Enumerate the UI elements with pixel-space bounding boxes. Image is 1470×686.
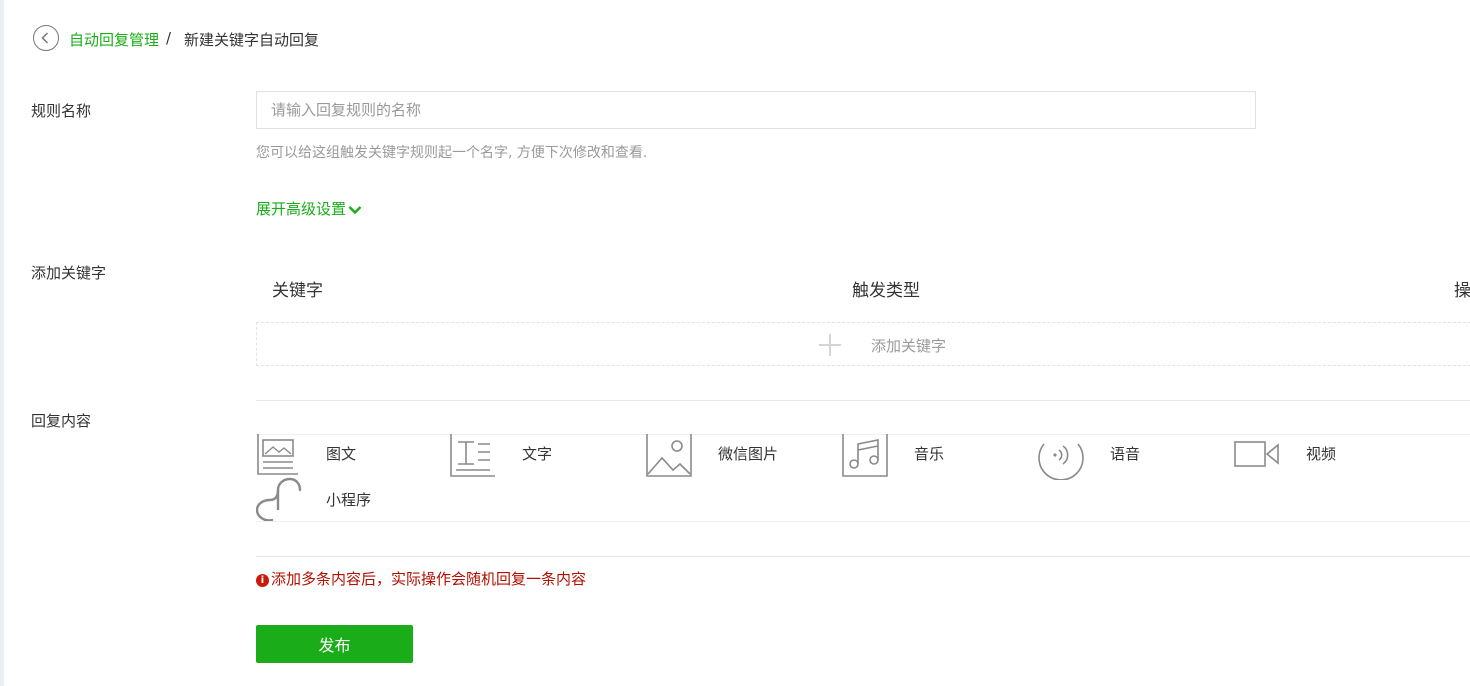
music-icon bbox=[842, 434, 888, 477]
multi-content-warning: i 添加多条内容后，实际操作会随机回复一条内容 bbox=[256, 568, 586, 589]
publish-button[interactable]: 发布 bbox=[256, 625, 413, 663]
column-header-keyword: 关键字 bbox=[272, 281, 323, 301]
reply-type-image-label: 微信图片 bbox=[718, 445, 779, 463]
breadcrumb-current: 新建关键字自动回复 bbox=[184, 31, 320, 49]
reply-type-image[interactable]: 微信图片 bbox=[646, 434, 816, 478]
reply-type-news[interactable]: 图文 bbox=[256, 434, 426, 478]
chevron-down-icon bbox=[348, 205, 362, 214]
column-header-trigger-type: 触发类型 bbox=[852, 281, 920, 301]
add-keyword-label-text: 添加关键字 bbox=[871, 337, 947, 355]
breadcrumb-separator: / bbox=[166, 29, 172, 47]
chevron-left-icon bbox=[41, 32, 49, 44]
back-button[interactable] bbox=[33, 25, 59, 51]
info-icon: i bbox=[256, 574, 269, 587]
expand-advanced-label: 展开高级设置 bbox=[256, 200, 347, 218]
voice-icon bbox=[1038, 443, 1084, 480]
column-header-actions: 操 bbox=[1454, 281, 1470, 301]
text-icon bbox=[450, 434, 495, 477]
divider bbox=[256, 400, 1470, 401]
reply-type-video[interactable]: 视频 bbox=[1234, 434, 1404, 478]
reply-box-bottom-border bbox=[256, 521, 1470, 522]
rule-name-label: 规则名称 bbox=[31, 102, 92, 120]
news-icon bbox=[257, 434, 298, 475]
reply-type-music-label: 音乐 bbox=[914, 445, 945, 463]
divider bbox=[256, 556, 1470, 557]
left-edge bbox=[0, 0, 4, 686]
reply-type-voice-label: 语音 bbox=[1110, 445, 1141, 463]
reply-type-text-label: 文字 bbox=[522, 445, 553, 463]
expand-advanced-link[interactable]: 展开高级设置 bbox=[256, 198, 362, 219]
reply-type-news-label: 图文 bbox=[326, 445, 357, 463]
reply-type-music[interactable]: 音乐 bbox=[842, 434, 1012, 478]
miniprogram-icon bbox=[256, 477, 302, 522]
reply-type-miniprogram-label: 小程序 bbox=[326, 491, 372, 509]
rule-name-hint: 您可以给这组触发关键字规则起一个名字, 方便下次修改和查看. bbox=[256, 145, 648, 161]
warning-text: 添加多条内容后，实际操作会随机回复一条内容 bbox=[271, 570, 587, 588]
plus-icon bbox=[819, 334, 841, 356]
reply-type-text[interactable]: 文字 bbox=[450, 434, 620, 478]
image-icon bbox=[646, 434, 692, 477]
breadcrumb-parent-link[interactable]: 自动回复管理 bbox=[69, 29, 159, 50]
reply-type-miniprogram[interactable]: 小程序 bbox=[256, 476, 426, 524]
reply-type-video-label: 视频 bbox=[1306, 445, 1337, 463]
reply-content-label: 回复内容 bbox=[31, 412, 92, 430]
video-icon bbox=[1234, 441, 1279, 467]
add-keyword-button[interactable]: 添加关键字 bbox=[256, 322, 1470, 366]
reply-type-voice[interactable]: 语音 bbox=[1038, 434, 1208, 480]
add-keyword-label: 添加关键字 bbox=[31, 264, 107, 282]
rule-name-input[interactable] bbox=[256, 91, 1256, 129]
